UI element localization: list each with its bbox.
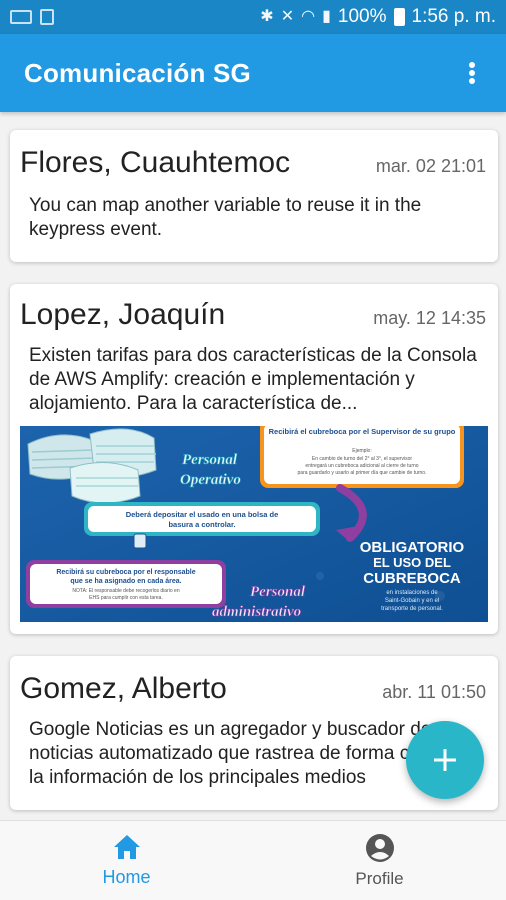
svg-text:para guardarlo y usarlo al pri: para guardarlo y usarlo al primer día qu… — [298, 470, 427, 476]
message-date: abr. 11 01:50 — [382, 682, 486, 702]
svg-text:Recibirá el cubreboca por el S: Recibirá el cubreboca por el Supervisor … — [269, 427, 456, 436]
svg-text:administrativo: administrativo — [212, 604, 301, 620]
mask-poster-graphic: Recibirá el cubreboca por el Supervisor … — [20, 426, 488, 622]
message-date: mar. 02 21:01 — [375, 156, 486, 176]
svg-text:Saint-Gobain y en el: Saint-Gobain y en el — [385, 598, 439, 604]
mute-icon: ✕ — [280, 8, 295, 25]
svg-text:Ejemplo:: Ejemplo: — [352, 448, 371, 454]
svg-text:basura a controlar.: basura a controlar. — [168, 520, 235, 529]
svg-text:EHS para cumplir con esta tare: EHS para cumplir con esta tarea. — [89, 595, 163, 601]
message-author: Gomez, Alberto — [20, 672, 227, 705]
home-icon — [113, 835, 140, 859]
message-author: Flores, Cuauhtemoc — [20, 146, 291, 179]
more-vert-icon[interactable] — [462, 58, 482, 88]
supervisor-box: Recibirá el cubreboca por el Supervisor … — [260, 426, 464, 488]
svg-text:Recibirá su cubreboca por el r: Recibirá su cubreboca por el responsable — [56, 569, 195, 576]
message-text: You can map another variable to reuse it… — [29, 195, 422, 240]
battery-percent: 100% — [337, 6, 387, 27]
bottom-navigation: Home Profile — [0, 820, 506, 900]
svg-text:Personal: Personal — [182, 452, 238, 468]
svg-text:que se ha asignado en cada áre: que se ha asignado en cada área. — [70, 578, 181, 585]
svg-text:Operativo: Operativo — [180, 472, 241, 488]
battery-icon — [393, 8, 405, 26]
nav-home[interactable]: Home — [0, 821, 253, 900]
svg-text:Personal: Personal — [250, 584, 306, 600]
svg-text:OBLIGATORIO: OBLIGATORIO — [360, 539, 465, 556]
svg-text:Deberá depositar el usado en u: Deberá depositar el usado en una bolsa d… — [126, 510, 279, 519]
app-title: Comunicación SG — [24, 57, 251, 88]
status-bar: ✱ ✕ ◠ ▮ 100% 1:56 p. m. — [0, 0, 506, 34]
add-message-button[interactable] — [406, 721, 484, 799]
account-circle-icon — [365, 833, 394, 862]
nav-profile-label: Profile — [355, 868, 404, 888]
message-text: Existen tarifas para dos características… — [29, 345, 477, 414]
svg-text:en instalaciones de: en instalaciones de — [386, 590, 438, 596]
sim-icon — [40, 9, 54, 25]
image-icon — [10, 10, 32, 24]
message-image[interactable]: Recibirá el cubreboca por el Supervisor … — [20, 426, 488, 622]
bluetooth-icon: ✱ — [260, 8, 274, 25]
svg-text:entregará un cubreboca adicion: entregará un cubreboca adicional al cier… — [305, 463, 418, 469]
svg-text:NOTA: El responsable debe reco: NOTA: El responsable debe recogerlos dia… — [72, 588, 179, 594]
plus-icon — [434, 749, 456, 771]
svg-text:En cambio de turno del 2° al 3: En cambio de turno del 2° al 3°, el supe… — [312, 456, 412, 462]
message-card[interactable]: Flores, Cuauhtemoc mar. 02 21:01 You can… — [10, 130, 498, 262]
nav-home-label: Home — [102, 867, 151, 887]
nav-profile[interactable]: Profile — [253, 821, 506, 900]
wifi-icon: ◠ — [301, 8, 316, 25]
svg-text:CUBREBOCA: CUBREBOCA — [363, 570, 461, 587]
clock: 1:56 p. m. — [411, 6, 497, 27]
message-author: Lopez, Joaquín — [20, 298, 226, 331]
admin-box: Recibirá su cubreboca por el responsable… — [26, 560, 226, 608]
app-bar: Comunicación SG — [0, 34, 506, 112]
svg-text:transporte de personal.: transporte de personal. — [381, 606, 443, 612]
message-date: may. 12 14:35 — [373, 308, 486, 328]
svg-text:EL USO DEL: EL USO DEL — [373, 555, 451, 570]
signal-icon: ▮ — [322, 8, 331, 25]
